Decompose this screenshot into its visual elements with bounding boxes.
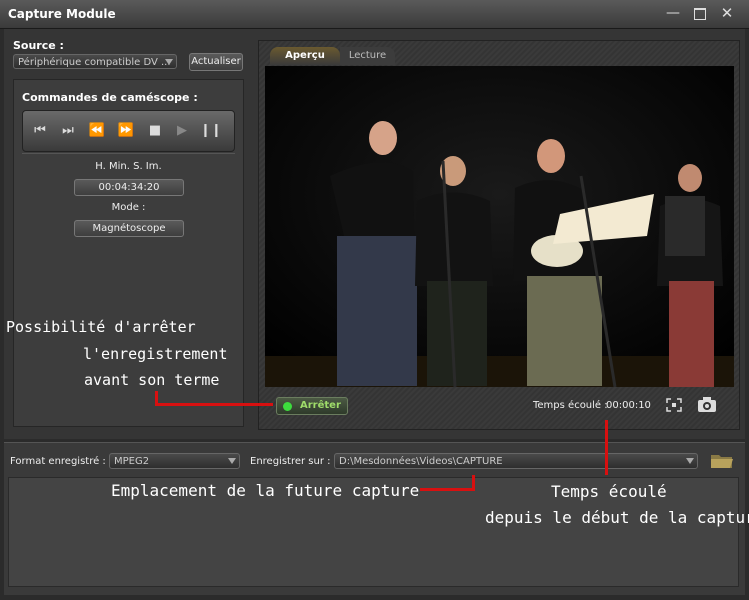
stop-icon[interactable]: ■ <box>145 122 165 140</box>
annotation-location: Emplacement de la future capture <box>111 481 420 500</box>
format-value: MPEG2 <box>114 456 150 467</box>
folder-icon[interactable] <box>710 452 734 469</box>
source-label: Source : <box>13 39 64 52</box>
source-value: Périphérique compatible DV ... <box>18 57 171 68</box>
chevron-down-icon <box>165 59 173 65</box>
concert-scene-image <box>265 66 734 387</box>
annotation-stop-line3: avant son terme <box>84 371 220 389</box>
fast-forward-icon[interactable]: ⏩ <box>116 122 136 140</box>
fullscreen-icon[interactable] <box>665 397 683 413</box>
save-path-select[interactable]: D:\Mesdonnées\Videos\CAPTURE <box>334 453 698 469</box>
format-select[interactable]: MPEG2 <box>109 453 240 469</box>
chevron-down-icon <box>686 458 694 464</box>
annotation-arrow <box>605 420 608 475</box>
camcorder-label: Commandes de caméscope : <box>22 91 198 104</box>
divider <box>22 153 235 154</box>
record-status-icon <box>283 402 292 411</box>
pause-icon[interactable]: ❙❙ <box>200 122 222 140</box>
annotation-arrow <box>472 475 475 491</box>
source-select[interactable]: Périphérique compatible DV ... <box>13 54 177 69</box>
tab-apercu[interactable]: Aperçu <box>270 47 340 65</box>
tab-lecture[interactable]: Lecture <box>340 47 395 65</box>
maximize-icon[interactable] <box>691 5 709 21</box>
skip-back-icon[interactable]: ⏮ <box>30 122 50 140</box>
mode-label: Mode : <box>111 202 146 213</box>
transport-bar: ⏮ ⏭ ⏪ ⏩ ■ ▶ ❙❙ <box>22 110 235 152</box>
elapsed-value: 00:00:10 <box>606 400 651 411</box>
camera-snapshot-icon[interactable] <box>697 396 717 413</box>
annotation-arrow <box>155 403 273 406</box>
annotation-elapsed-line2: depuis le début de la capture <box>485 508 749 527</box>
annotation-stop-line2: l'enregistrement <box>83 345 228 363</box>
refresh-button[interactable]: Actualiser <box>189 53 243 71</box>
annotation-elapsed-line1: Temps écoulé <box>551 482 667 501</box>
elapsed-label: Temps écoulé : <box>533 400 608 411</box>
skip-forward-icon[interactable]: ⏭ <box>58 122 78 140</box>
close-icon[interactable]: ✕ <box>718 5 736 21</box>
timecode-value: 00:04:34:20 <box>74 179 184 196</box>
chevron-down-icon <box>228 458 236 464</box>
stop-label: Arrêter <box>300 400 341 411</box>
stop-recording-button[interactable]: Arrêter <box>276 397 348 415</box>
title-bar: Capture Module — ✕ <box>0 0 749 29</box>
annotation-stop-line1: Possibilité d'arrêter <box>6 318 196 336</box>
minimize-icon[interactable]: — <box>664 5 682 21</box>
video-preview <box>265 66 734 387</box>
format-label: Format enregistré : <box>10 456 106 467</box>
mode-button[interactable]: Magnétoscope <box>74 220 184 237</box>
timecode-label: H. Min. S. Im. <box>95 161 162 172</box>
rewind-icon[interactable]: ⏪ <box>87 122 107 140</box>
save-label: Enregistrer sur : <box>250 456 331 467</box>
window-title: Capture Module <box>8 7 116 21</box>
annotation-arrow <box>420 488 475 491</box>
play-icon[interactable]: ▶ <box>172 122 192 140</box>
save-path-value: D:\Mesdonnées\Videos\CAPTURE <box>339 456 503 467</box>
